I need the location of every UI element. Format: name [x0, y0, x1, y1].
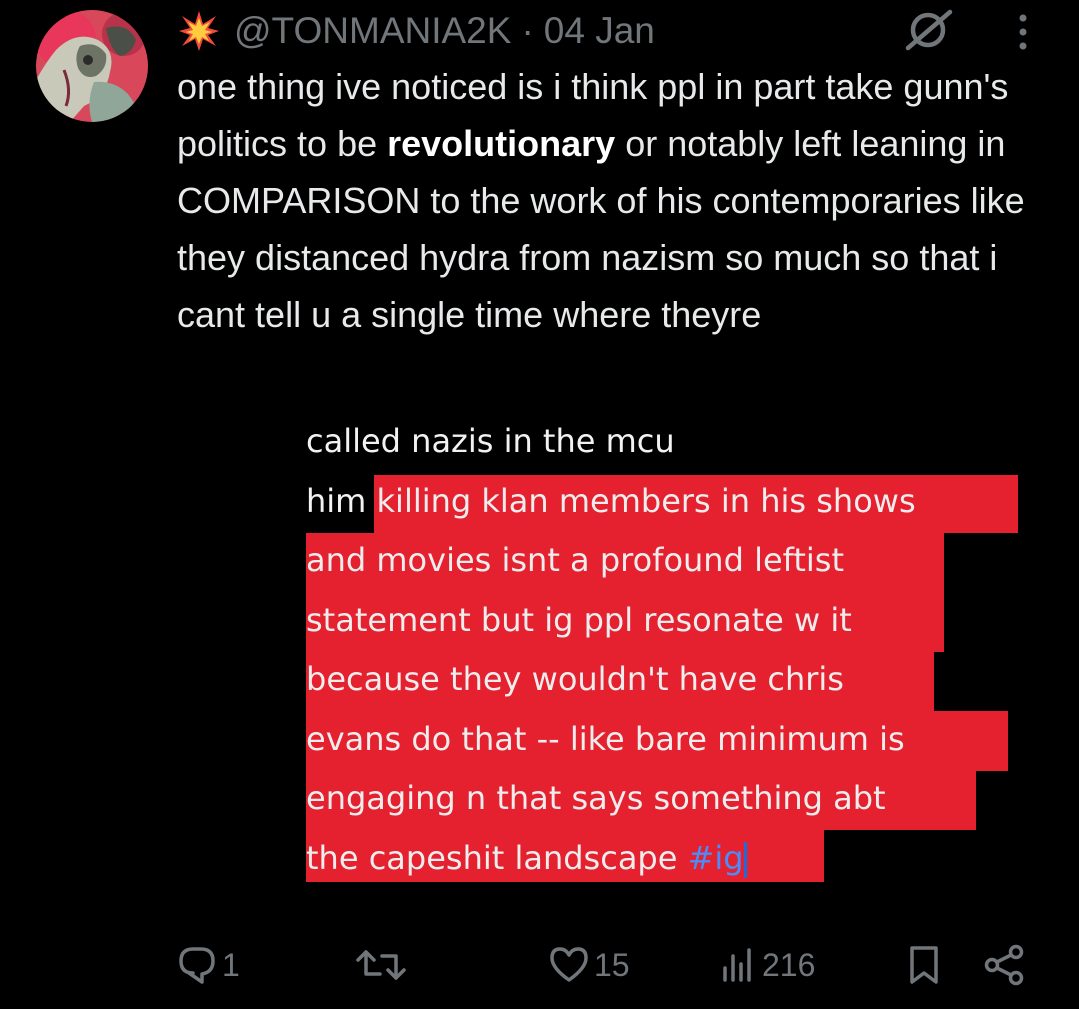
author-handle[interactable]: @TONMANIA2K — [234, 10, 511, 52]
heart-icon — [550, 947, 588, 982]
share-icon — [984, 944, 1024, 986]
image-line: statement but ig ppl resonate w it — [306, 600, 852, 639]
view-count: 216 — [762, 946, 816, 983]
grok-icon[interactable] — [900, 8, 956, 52]
image-text: called nazis in the mcu him killing klan… — [306, 412, 1022, 888]
tweet-text: one thing ive noticed is i think ppl in … — [177, 66, 1025, 335]
views-button[interactable]: 216 — [718, 930, 815, 1000]
share-button[interactable] — [982, 930, 1030, 1000]
more-vertical-icon[interactable] — [1006, 12, 1040, 52]
image-line: evans do that -- like bare minimum is — [306, 719, 905, 758]
image-line: called nazis in the mcu — [306, 422, 675, 460]
image-line: engaging n that says something abt — [306, 779, 886, 817]
image-line: him killing klan members in his shows — [306, 481, 916, 520]
like-count: 15 — [594, 946, 630, 983]
text-caret — [743, 841, 747, 878]
attached-image[interactable]: called nazis in the mcu him killing klan… — [306, 412, 1022, 884]
reply-icon — [179, 947, 215, 984]
action-bar: 1 15 216 — [0, 930, 1079, 1000]
header-separator: · — [521, 10, 534, 51]
views-chart-icon — [723, 948, 751, 982]
image-line: and movies isnt a profound leftist — [306, 541, 844, 579]
image-line: because they wouldn't have chris — [306, 660, 844, 698]
repost-icon — [356, 950, 406, 980]
reply-button[interactable]: 1 — [176, 930, 240, 1000]
repost-button[interactable] — [354, 930, 412, 1000]
like-button[interactable]: 15 — [548, 930, 630, 1000]
bookmark-icon — [910, 946, 938, 984]
tweet-date[interactable]: 04 Jan — [544, 10, 655, 52]
tweet-header: @TONMANIA2K · 04 Jan — [178, 8, 655, 54]
collision-emoji-icon — [179, 11, 219, 51]
image-line: the capeshit landscape #ig — [306, 829, 1022, 889]
avatar[interactable] — [36, 10, 148, 122]
bookmark-button[interactable] — [904, 930, 948, 1000]
hashtag: #ig — [687, 838, 744, 877]
bold-word: revolutionary — [387, 123, 616, 164]
reply-count: 1 — [222, 946, 240, 983]
